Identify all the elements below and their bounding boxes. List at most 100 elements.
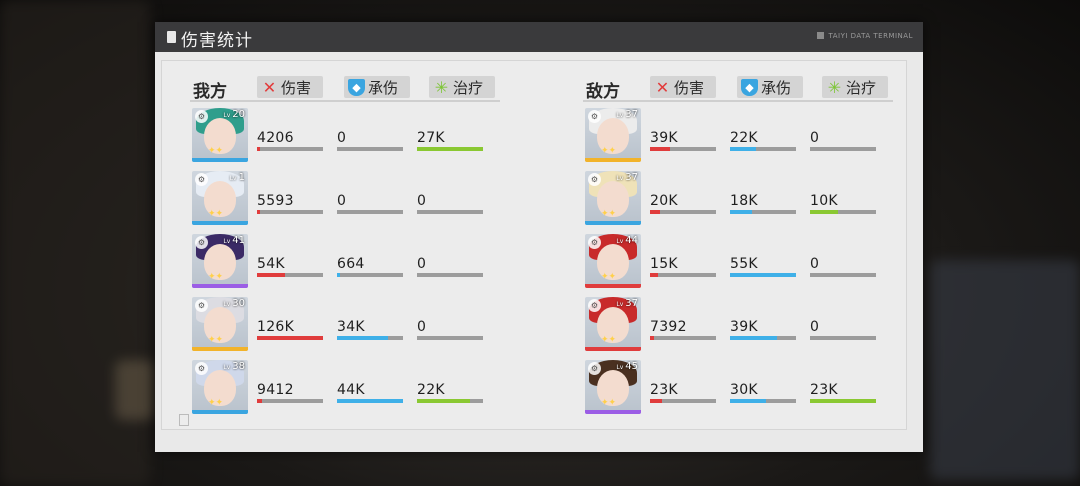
clock-icon: ⚙ (588, 173, 601, 186)
stat-heal: 27K (417, 130, 483, 151)
character-portrait[interactable]: ⚙ Lv 45 ✦✦ (585, 360, 641, 414)
team-name: 我方 (193, 82, 227, 102)
stat-damage-value: 7392 (650, 319, 687, 335)
legend-heal: ✳ 治疗 (822, 76, 888, 98)
star-icon: ✦✦ (601, 335, 617, 345)
stat-damage: 7392 (650, 319, 716, 340)
team-name: 敌方 (586, 82, 620, 102)
stat-taken: 39K (730, 319, 796, 340)
stat-damage-value: 39K (650, 130, 678, 146)
rarity-stripe (585, 158, 641, 162)
level-badge: Lv 45 (616, 361, 638, 372)
stat-damage-fill (257, 399, 262, 403)
stat-damage-bar (650, 210, 716, 214)
member-row: ⚙ Lv 1 ✦✦ 5593 0 0 (190, 169, 500, 232)
stat-heal-value: 0 (810, 319, 820, 335)
stat-heal-fill (417, 147, 483, 151)
damage-stats-panel: 伤害统计 TAIYI DATA TERMINAL 我方 ✕ 伤害 ◆ 承伤 ✳ … (155, 22, 923, 452)
stat-damage-bar (650, 336, 716, 340)
stat-taken-bar (337, 210, 403, 214)
heal-sparkle-icon: ✳ (827, 78, 842, 97)
crossed-swords-icon: ✕ (262, 78, 277, 97)
stat-damage-fill (257, 147, 260, 151)
stat-taken-fill (730, 336, 777, 340)
stat-taken-fill (730, 210, 752, 214)
stat-taken: 34K (337, 319, 403, 340)
stat-damage-value: 54K (257, 256, 285, 272)
star-icon: ✦✦ (208, 335, 224, 345)
stat-damage: 126K (257, 319, 323, 340)
level-badge: Lv 30 (223, 298, 245, 309)
stat-heal-fill (810, 399, 876, 403)
shield-icon: ◆ (348, 79, 365, 96)
stat-heal-value: 0 (810, 256, 820, 272)
star-icon: ✦✦ (208, 398, 224, 408)
stat-damage-bar (257, 210, 323, 214)
character-portrait[interactable]: ⚙ Lv 1 ✦✦ (192, 171, 248, 225)
rarity-stripe (585, 284, 641, 288)
stat-heal-bar (417, 210, 483, 214)
stat-taken-bar (730, 273, 796, 277)
stat-heal-value: 27K (417, 130, 445, 146)
stat-damage-fill (257, 273, 285, 277)
member-row: ⚙ Lv 45 ✦✦ 23K 30K 23K (583, 358, 893, 421)
member-row: ⚙ Lv 37 ✦✦ 39K 22K 0 (583, 106, 893, 169)
stat-taken-bar (730, 336, 796, 340)
stat-damage: 15K (650, 256, 716, 277)
stat-heal: 22K (417, 382, 483, 403)
stat-heal: 0 (417, 319, 483, 340)
rarity-stripe (585, 410, 641, 414)
member-row: ⚙ Lv 20 ✦✦ 4206 0 27K (190, 106, 500, 169)
stat-heal-bar (417, 336, 483, 340)
level-badge: Lv 37 (616, 109, 638, 120)
stat-damage-fill (650, 336, 654, 340)
stat-heal-value: 0 (417, 319, 427, 335)
character-portrait[interactable]: ⚙ Lv 30 ✦✦ (192, 297, 248, 351)
character-portrait[interactable]: ⚙ Lv 38 ✦✦ (192, 360, 248, 414)
stat-heal-value: 22K (417, 382, 445, 398)
star-icon: ✦✦ (601, 272, 617, 282)
terminal-icon (817, 32, 825, 39)
stat-taken-fill (337, 399, 403, 403)
stat-damage-fill (650, 399, 662, 403)
level-value: 37 (625, 172, 638, 183)
stat-taken-fill (337, 273, 340, 277)
stat-taken: 22K (730, 130, 796, 151)
legend-taken: ◆ 承伤 (737, 76, 803, 98)
character-portrait[interactable]: ⚙ Lv 41 ✦✦ (192, 234, 248, 288)
stat-taken-value: 664 (337, 256, 365, 272)
legend-heal-label: 治疗 (453, 79, 484, 97)
stat-heal-bar (810, 273, 876, 277)
legend-damage: ✕ 伤害 (650, 76, 716, 98)
character-portrait[interactable]: ⚙ Lv 37 ✦✦ (585, 108, 641, 162)
star-icon: ✦✦ (601, 209, 617, 219)
panel-title: 伤害统计 (181, 31, 253, 51)
member-row: ⚙ Lv 44 ✦✦ 15K 55K 0 (583, 232, 893, 295)
document-icon (167, 31, 176, 43)
stat-taken-value: 0 (337, 130, 347, 146)
stat-taken: 0 (337, 130, 403, 151)
character-portrait[interactable]: ⚙ Lv 20 ✦✦ (192, 108, 248, 162)
stat-damage: 39K (650, 130, 716, 151)
stat-damage-fill (650, 273, 658, 277)
character-portrait[interactable]: ⚙ Lv 37 ✦✦ (585, 297, 641, 351)
legend-taken-label: 承伤 (761, 79, 792, 97)
cog-icon: ⚙ (195, 299, 208, 312)
level-badge: Lv 44 (616, 235, 638, 246)
rarity-stripe (585, 347, 641, 351)
legend-taken-label: 承伤 (368, 79, 399, 97)
stat-taken-bar (337, 273, 403, 277)
stat-taken-value: 44K (337, 382, 365, 398)
star-icon: ✦✦ (208, 146, 224, 156)
stat-heal-fill (417, 399, 470, 403)
stat-damage-fill (650, 147, 670, 151)
level-value: 38 (232, 361, 245, 372)
character-portrait[interactable]: ⚙ Lv 44 ✦✦ (585, 234, 641, 288)
stat-heal-value: 23K (810, 382, 838, 398)
level-badge: Lv 37 (616, 172, 638, 183)
panel-header: 伤害统计 TAIYI DATA TERMINAL (155, 22, 923, 52)
rarity-stripe (192, 410, 248, 414)
stat-taken-bar (730, 210, 796, 214)
character-portrait[interactable]: ⚙ Lv 37 ✦✦ (585, 171, 641, 225)
stat-taken-value: 18K (730, 193, 758, 209)
